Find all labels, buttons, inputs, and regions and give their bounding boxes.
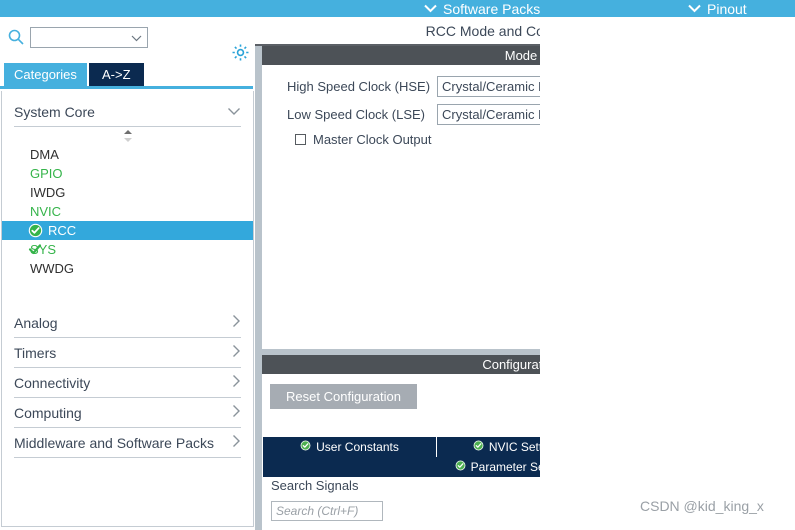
chevron-down-icon <box>227 104 241 119</box>
tree-item-label: IWDG <box>30 185 66 200</box>
top-navigation-bar: Software Packs Pinout <box>0 0 795 17</box>
tree-item-label: RCC <box>48 223 77 238</box>
tree-scroll-spinner[interactable] <box>2 127 253 145</box>
check-circle-icon <box>300 440 311 454</box>
check-icon <box>28 242 42 259</box>
sidebar-search-row <box>0 22 255 61</box>
topbar-label: Software Packs <box>443 0 541 17</box>
master-clock-output-label: Master Clock Output <box>313 132 432 147</box>
app-window: Software Packs Pinout Categories A->Z Sy… <box>0 0 795 530</box>
tree-group-timers[interactable]: Timers <box>14 338 241 368</box>
search-signals-placeholder: Search (Ctrl+F) <box>276 504 359 518</box>
gear-icon[interactable] <box>231 43 250 65</box>
tree-item-iwdg[interactable]: IWDG <box>2 183 253 202</box>
chevron-down-icon <box>131 31 142 45</box>
tab-categories[interactable]: Categories <box>4 63 87 86</box>
master-clock-output-checkbox[interactable] <box>295 134 306 145</box>
tree-item-dma[interactable]: DMA <box>2 145 253 164</box>
chevron-right-icon <box>232 314 241 331</box>
tree-item-label: NVIC <box>30 204 62 219</box>
tab-a-to-z[interactable]: A->Z <box>89 63 144 86</box>
check-circle-icon <box>455 460 466 474</box>
tree-item-label: DMA <box>30 147 59 162</box>
tree-group-label: System Core <box>14 103 95 120</box>
topbar-item-pinout[interactable]: Pinout <box>688 0 747 17</box>
watermark-text: CSDN @kid_king_x <box>640 498 764 514</box>
tree-group-label: Analog <box>14 314 58 331</box>
sidebar-tabs: Categories A->Z <box>0 63 255 89</box>
reset-configuration-button[interactable]: Reset Configuration <box>270 384 417 409</box>
tab-label: A->Z <box>102 67 131 82</box>
topbar-item-software-packs[interactable]: Software Packs <box>424 0 540 17</box>
tree-group-system-core[interactable]: System Core <box>14 97 241 127</box>
search-input[interactable] <box>30 27 148 48</box>
tree-item-rcc[interactable]: RCC <box>2 221 253 240</box>
tree-group-analog[interactable]: Analog <box>14 308 241 338</box>
sidebar-panel: Categories A->Z System Core DMA GPIO IWD… <box>0 17 255 530</box>
chevron-right-icon <box>232 374 241 391</box>
tree-item-label: GPIO <box>30 166 63 181</box>
lse-label: Low Speed Clock (LSE) <box>287 107 426 122</box>
topbar-label: Pinout <box>707 0 747 17</box>
tabs-underline <box>0 86 253 89</box>
check-circle-icon <box>473 440 484 454</box>
tree-group-connectivity[interactable]: Connectivity <box>14 368 241 398</box>
mode-title-label: Mode <box>504 48 538 63</box>
tree-item-gpio[interactable]: GPIO <box>2 164 253 183</box>
tree-gap <box>2 278 253 288</box>
tree-gap <box>2 298 253 308</box>
tree-group-label: Computing <box>14 404 82 421</box>
search-icon <box>8 29 24 48</box>
chevron-down-icon <box>688 4 701 13</box>
tree-group-computing[interactable]: Computing <box>14 398 241 428</box>
tab-label: User Constants <box>316 440 399 454</box>
tree-item-wwdg[interactable]: WWDG <box>2 259 253 278</box>
tree-item-sys[interactable]: SYS <box>2 240 253 259</box>
tree-group-middleware[interactable]: Middleware and Software Packs <box>14 428 241 458</box>
chevron-right-icon <box>232 434 241 451</box>
tree-group-label: Timers <box>14 344 57 361</box>
chevron-down-icon <box>424 4 437 13</box>
check-circle-icon <box>28 223 43 241</box>
tree-item-list: DMA GPIO IWDG NVIC RCC SYS WWDG <box>2 145 253 278</box>
tab-user-constants[interactable]: User Constants <box>263 437 437 457</box>
chevron-right-icon <box>232 404 241 421</box>
search-signals-input[interactable]: Search (Ctrl+F) <box>271 501 383 521</box>
component-tree: System Core DMA GPIO IWDG NVIC RCC SYS W… <box>1 91 254 527</box>
tab-label: Categories <box>14 67 77 82</box>
tree-item-nvic[interactable]: NVIC <box>2 202 253 221</box>
tree-group-label: Middleware and Software Packs <box>14 434 214 451</box>
tree-group-label: Connectivity <box>14 374 91 391</box>
right-background <box>540 17 795 530</box>
reset-button-label: Reset Configuration <box>286 389 401 404</box>
hse-label: High Speed Clock (HSE) <box>287 79 431 94</box>
chevron-right-icon <box>232 344 241 361</box>
tree-gap <box>2 288 253 298</box>
tree-item-label: WWDG <box>30 261 75 276</box>
